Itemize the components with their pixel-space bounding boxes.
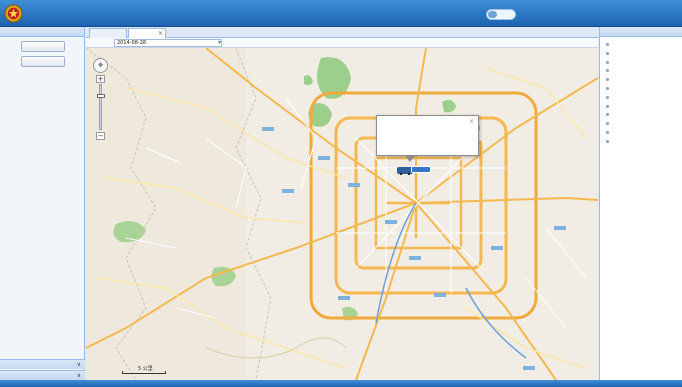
vehicle-label-marker[interactable] xyxy=(411,166,431,173)
list-item[interactable] xyxy=(600,75,682,84)
calendar-icon[interactable]: ▾ xyxy=(218,39,221,46)
zoom-in-button[interactable]: + xyxy=(96,75,105,83)
zoom-control: ✥ + − xyxy=(93,58,108,140)
pan-control-icon[interactable]: ✥ xyxy=(93,58,108,73)
filter-bar: ▾ xyxy=(86,38,598,48)
map-canvas[interactable]: ✥ + − × 5 公里 xyxy=(86,48,598,380)
app-window: ∨ ∨ × ▾ xyxy=(0,0,682,387)
list-item[interactable] xyxy=(600,66,682,75)
map-scale-bar: 5 公里 xyxy=(122,366,182,375)
sidebar-button-1[interactable] xyxy=(21,41,65,52)
tab-1[interactable] xyxy=(89,28,127,38)
vehicle-info-popup: × xyxy=(376,115,479,162)
right-sidebar xyxy=(599,27,682,380)
chevron-down-icon: ∨ xyxy=(76,372,81,379)
chevron-down-icon: ∨ xyxy=(76,361,81,368)
tab-2[interactable]: × xyxy=(128,28,166,38)
zoom-slider-thumb[interactable] xyxy=(97,94,105,98)
accordion-header-1[interactable]: ∨ xyxy=(0,359,85,369)
close-icon[interactable]: × xyxy=(469,118,474,125)
close-icon[interactable]: × xyxy=(158,29,163,38)
vehicle-list xyxy=(600,37,682,146)
popup-pointer xyxy=(405,156,415,162)
list-item[interactable] xyxy=(600,49,682,58)
zoom-out-button[interactable]: − xyxy=(96,132,105,140)
list-item[interactable] xyxy=(600,40,682,49)
accordion-header-2[interactable]: ∨ xyxy=(0,370,85,380)
sidebar-button-2[interactable] xyxy=(21,56,65,67)
list-item[interactable] xyxy=(600,110,682,119)
right-panel-title[interactable] xyxy=(600,27,682,37)
list-item[interactable] xyxy=(600,128,682,137)
left-sidebar: ∨ ∨ xyxy=(0,27,85,380)
list-item[interactable] xyxy=(600,119,682,128)
map-tiles xyxy=(86,48,598,380)
list-item[interactable] xyxy=(600,84,682,93)
zoom-slider[interactable] xyxy=(97,84,105,130)
map-view-toggle[interactable] xyxy=(486,9,516,20)
list-item[interactable] xyxy=(600,58,682,67)
app-footer xyxy=(0,380,682,387)
scale-ruler xyxy=(122,371,166,374)
app-header xyxy=(0,0,682,27)
list-item[interactable] xyxy=(600,102,682,111)
toggle-knob xyxy=(488,11,497,18)
list-item[interactable] xyxy=(600,93,682,102)
left-panel-title[interactable] xyxy=(0,27,84,37)
tab-bar: × xyxy=(86,27,598,38)
police-badge-icon xyxy=(4,4,23,23)
main-content: × ▾ xyxy=(86,27,598,380)
date-input[interactable] xyxy=(114,39,222,47)
list-item[interactable] xyxy=(600,137,682,146)
